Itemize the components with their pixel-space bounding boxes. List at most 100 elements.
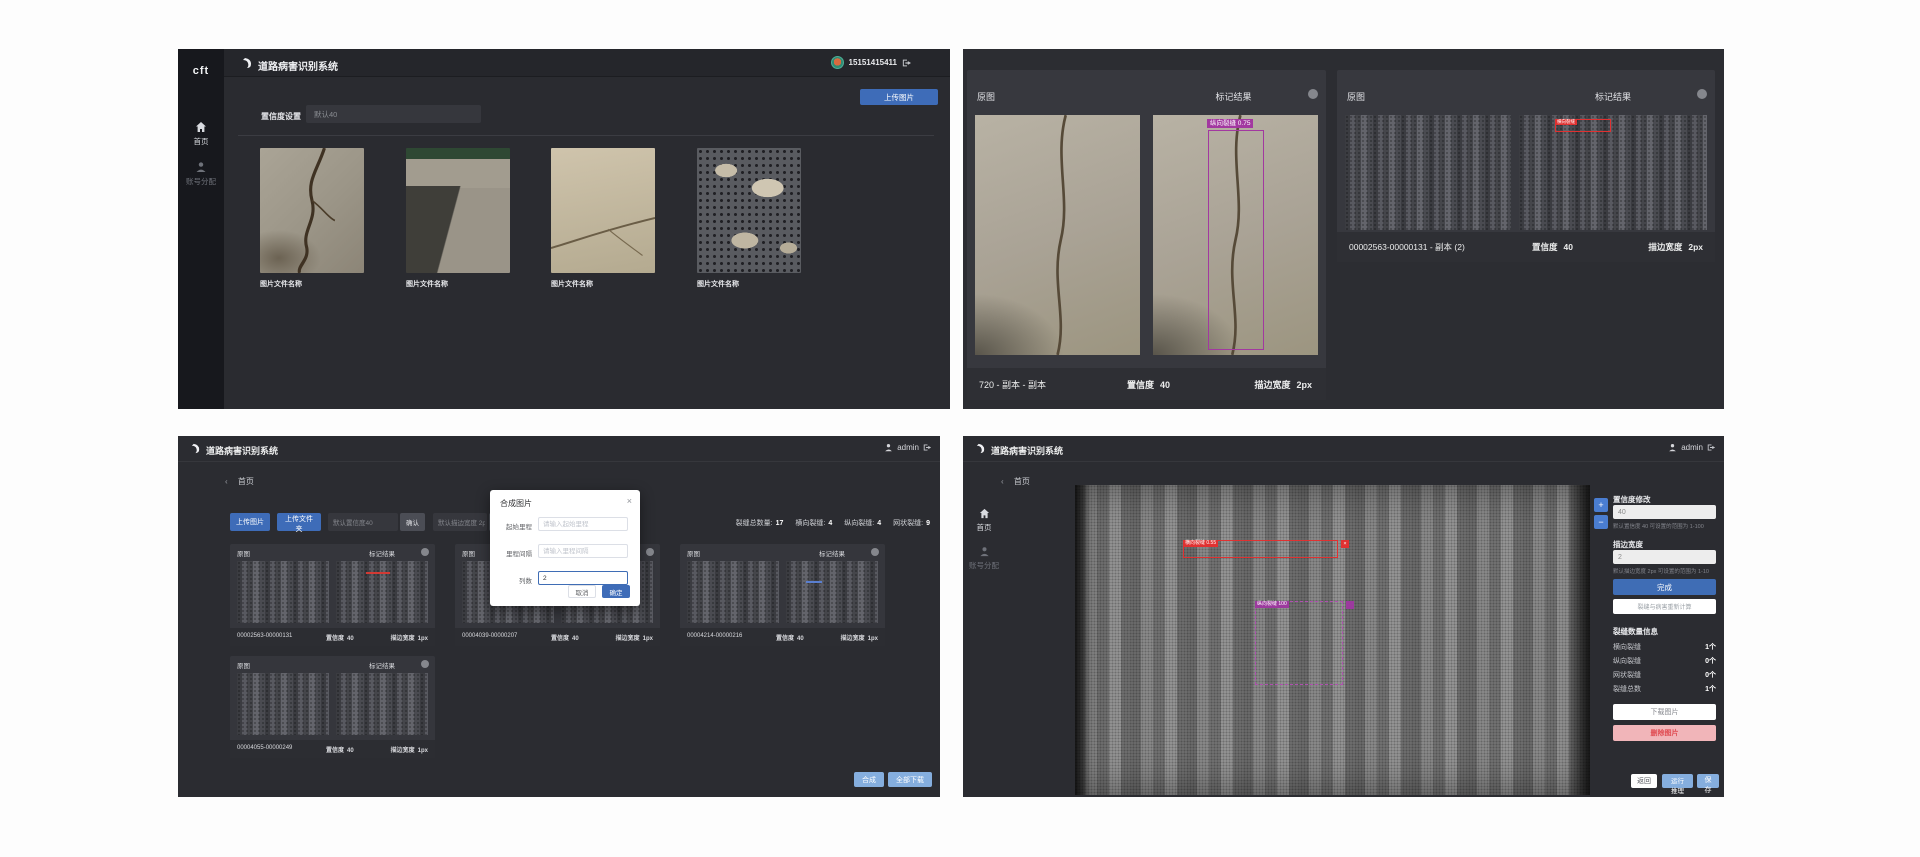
breadcrumb[interactable]: ‹ 首页 (1001, 476, 1030, 487)
confidence-kv: 置信度40 (1127, 378, 1170, 391)
compose-button[interactable]: 合成 (854, 772, 884, 787)
confirm-button[interactable]: 确定 (602, 585, 630, 598)
modal-title: 合成图片 (500, 498, 532, 509)
brand-logo: cft (178, 65, 224, 77)
delete-annotation-icon[interactable] (1346, 601, 1354, 609)
delete-image-button[interactable]: 删除图片 (1613, 725, 1716, 741)
run-inference-button[interactable]: 运行推理 (1662, 774, 1693, 788)
stroke-kv: 描边宽度1px (841, 633, 878, 642)
count-row: 网状裂缝0个 (1613, 670, 1716, 680)
detection-box-purple[interactable]: 纵向裂缝 0.75 (1208, 130, 1264, 350)
breadcrumb[interactable]: ‹ 首页 (225, 476, 254, 487)
sidebar-item-home[interactable]: 首页 (178, 121, 224, 147)
stat-total: 裂缝总数量:17 (736, 518, 784, 528)
user-info: admin (884, 443, 932, 452)
confidence-input[interactable] (328, 513, 398, 531)
panel-home-upload: cft 首页 账号分配 道路病害识别系统 15151415411 上传图片 置信… (178, 49, 950, 409)
sidebar-item-label: 账号分配 (969, 560, 999, 571)
marked-result-label: 标记结果 (336, 548, 428, 558)
detection-mark-red (366, 572, 390, 574)
image-card[interactable]: 图片文件名称 (551, 148, 655, 273)
start-mileage-input[interactable] (538, 517, 628, 531)
road-photo-crack (260, 148, 364, 273)
original-image-label: 原图 (237, 660, 250, 670)
download-all-button[interactable]: 全部下载 (888, 772, 932, 787)
image-card[interactable]: 图片文件名称 (260, 148, 364, 273)
original-image-label: 原图 (687, 548, 700, 558)
result-card: 原图 标记结果 横向裂缝 00002563-00000131 - 副本 (2) … (1337, 70, 1715, 262)
brand-icon (975, 443, 986, 454)
count-row: 横向裂缝1个 (1613, 642, 1716, 652)
done-button[interactable]: 完成 (1613, 579, 1716, 595)
breadcrumb-home[interactable]: 首页 (238, 477, 254, 486)
user-icon (884, 443, 893, 452)
stroke-width-input[interactable] (1613, 550, 1716, 564)
delete-annotation-icon[interactable]: × (1341, 540, 1349, 548)
detection-mark-blue (806, 581, 822, 583)
sidebar-item-accounts[interactable]: 账号分配 (963, 546, 1005, 571)
card-footer: 00004055-00000249 置信度40 描边宽度1px (230, 740, 435, 758)
confidence-setting-input[interactable] (306, 105, 481, 123)
zoom-in-button[interactable]: + (1594, 498, 1608, 512)
back-chevron-icon[interactable]: ‹ (1001, 477, 1004, 486)
zoom-out-button[interactable]: − (1594, 515, 1608, 529)
file-name: 00004055-00000249 (237, 745, 292, 751)
user-icon (979, 546, 990, 557)
compose-image-modal: 合成图片 × 起始里程 里程间隔 列数 取消 确定 (490, 490, 640, 606)
upload-image-button[interactable]: 上传图片 (860, 89, 938, 105)
card-status-dot-icon[interactable] (421, 548, 429, 556)
card-status-dot-icon[interactable] (871, 548, 879, 556)
marked-image: 横向裂缝 (1519, 115, 1707, 230)
confidence-kv: 置信度40 (326, 745, 354, 754)
detection-box-purple[interactable]: 纵向裂缝 100 (1255, 601, 1343, 685)
field-label: 列数 (490, 575, 532, 585)
upload-image-button[interactable]: 上传图片 (230, 513, 270, 531)
back-chevron-icon[interactable]: ‹ (225, 477, 228, 486)
mileage-interval-input[interactable] (538, 544, 628, 558)
detection-box-red[interactable]: 横向裂缝 0.55 × (1183, 540, 1338, 558)
save-button[interactable]: 保存 (1697, 774, 1719, 788)
card-status-dot-icon[interactable] (421, 660, 429, 668)
sidebar-item-accounts[interactable]: 账号分配 (178, 161, 224, 187)
sidebar-item-home[interactable]: 首页 (963, 508, 1005, 533)
logout-icon[interactable] (1707, 443, 1716, 452)
card-status-dot-icon[interactable] (646, 548, 654, 556)
original-image (687, 561, 779, 623)
upload-folder-button[interactable]: 上传文件夹 (277, 513, 321, 531)
confidence-edit-label: 置信度修改 (1613, 494, 1651, 505)
annotation-canvas-image[interactable]: 横向裂缝 0.55 × 纵向裂缝 100 (1075, 485, 1590, 795)
avatar[interactable] (831, 56, 844, 69)
panel-gallery: 道路病害识别系统 admin ‹ 首页 上传图片 上传文件夹 确认 确认 裂缝总… (178, 436, 940, 797)
home-icon (195, 121, 207, 133)
stroke-kv: 描边宽度2px (1648, 241, 1703, 253)
confidence-edit-input[interactable] (1613, 505, 1716, 519)
close-icon[interactable]: × (627, 496, 632, 506)
card-status-dot-icon[interactable] (1308, 89, 1318, 99)
back-button[interactable]: 返回 (1631, 774, 1657, 788)
image-card[interactable]: 图片文件名称 (697, 148, 801, 273)
result-card[interactable]: 原图 标记结果 00002563-00000131 置信度40 描边宽度1px (230, 544, 435, 646)
result-card[interactable]: 原图 标记结果 00004214-00000216 置信度40 描边宽度1px (680, 544, 885, 646)
app-header: 道路病害识别系统 15151415411 (224, 49, 950, 77)
column-count-input[interactable] (538, 571, 628, 585)
cancel-button[interactable]: 取消 (568, 585, 596, 598)
card-status-dot-icon[interactable] (1697, 89, 1707, 99)
result-card[interactable]: 原图 标记结果 00004055-00000249 置信度40 描边宽度1px (230, 656, 435, 758)
field-label: 起始里程 (490, 521, 532, 531)
download-image-button[interactable]: 下载图片 (1613, 704, 1716, 720)
stat-longitudinal: 纵向裂缝:4 (844, 518, 881, 528)
logout-icon[interactable] (923, 443, 932, 452)
logout-icon[interactable] (902, 58, 912, 68)
image-card[interactable]: 图片文件名称 (406, 148, 510, 273)
detection-box-red[interactable]: 横向裂缝 (1555, 119, 1611, 132)
road-photo-patch (406, 148, 510, 273)
confidence-confirm-button[interactable]: 确认 (400, 513, 425, 531)
card-footer: 00002563-00000131 - 副本 (2) 置信度40 描边宽度2px (1337, 232, 1715, 262)
user-info: admin (1668, 443, 1716, 452)
original-image (975, 115, 1140, 355)
recalculate-button[interactable]: 裂缝与病害重新计算 (1613, 599, 1716, 614)
user-icon (1668, 443, 1677, 452)
stroke-width-input[interactable] (433, 513, 487, 531)
marked-image: 纵向裂缝 0.75 (1153, 115, 1318, 355)
breadcrumb-home[interactable]: 首页 (1014, 477, 1030, 486)
